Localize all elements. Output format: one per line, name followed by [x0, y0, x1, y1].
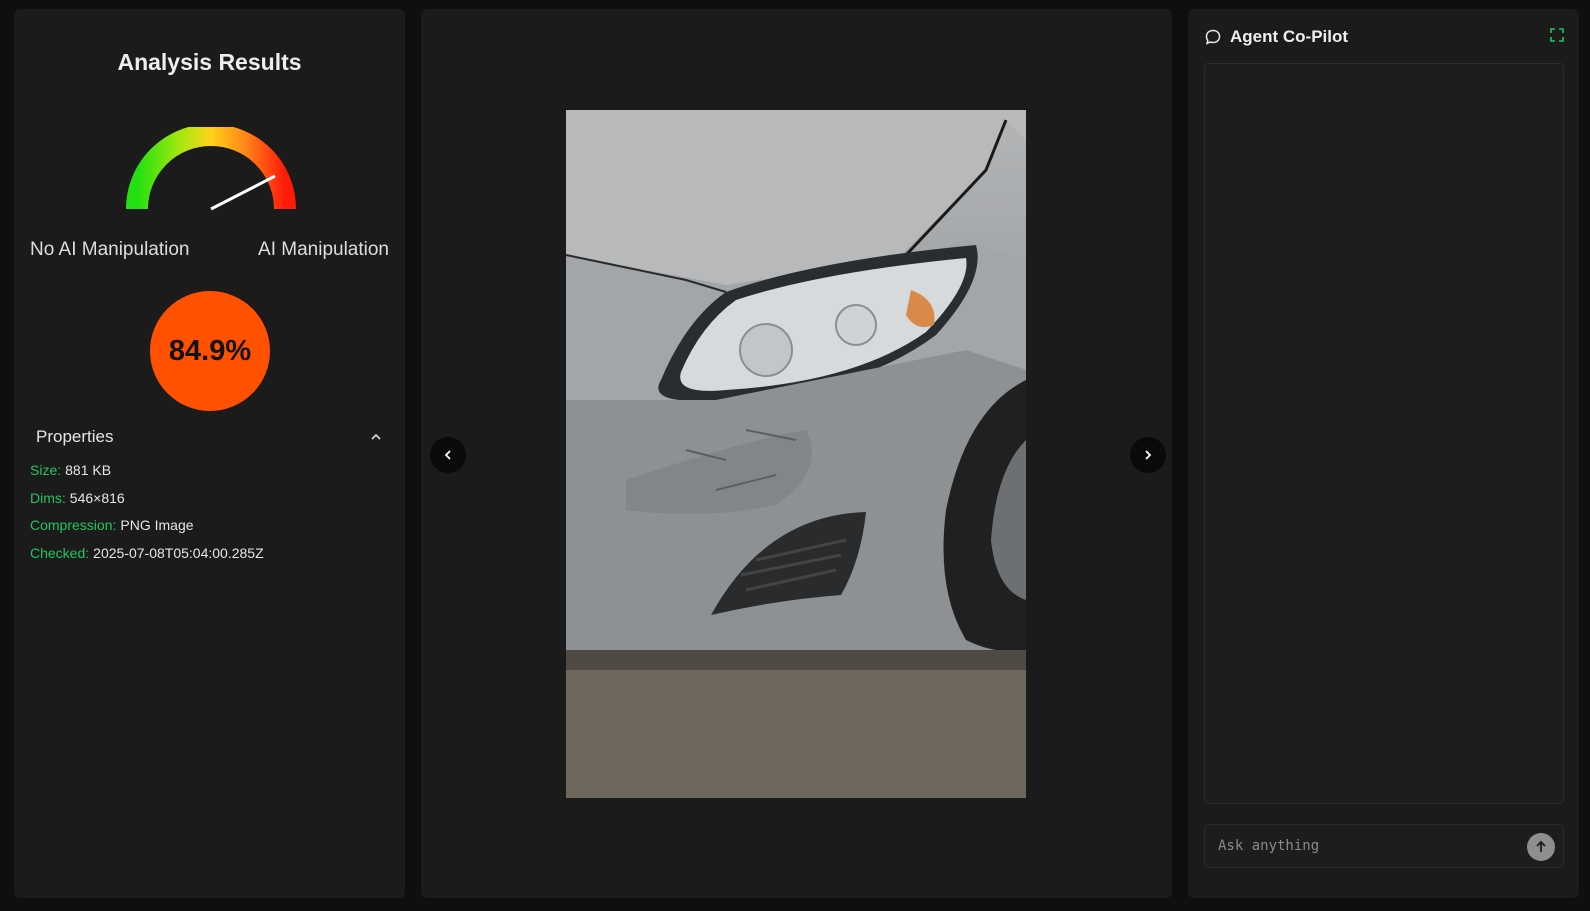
- next-image-button[interactable]: [1130, 437, 1166, 473]
- chevron-up-icon: [371, 433, 381, 440]
- properties-list: Size: 881 KB Dims: 546×816 Compression: PNG…: [30, 461, 264, 571]
- gauge-needle: [210, 174, 276, 211]
- property-key: Dims:: [30, 489, 66, 506]
- property-key: Checked:: [30, 544, 90, 561]
- property-value: 546×816: [69, 489, 125, 506]
- property-checked: Checked: 2025-07-08T05:04:00.285Z: [30, 544, 264, 572]
- copilot-title: Agent Co-Pilot: [1230, 27, 1349, 46]
- send-button[interactable]: [1527, 833, 1555, 861]
- arrow-up-icon: [1536, 840, 1546, 852]
- damaged-car-photo: [566, 110, 1026, 798]
- property-key: Compression:: [30, 517, 117, 533]
- chat-input-box: [1204, 824, 1564, 868]
- expand-button[interactable]: [1549, 27, 1565, 48]
- copilot-panel: Agent Co-Pilot: [1188, 9, 1579, 898]
- property-compression: Compression: PNG Image: [30, 516, 264, 544]
- expand-icon: [1550, 28, 1564, 42]
- chat-bubble-icon: [1205, 29, 1221, 45]
- property-value: 2025-07-08T05:04:00.285Z: [93, 544, 264, 561]
- manipulation-score: 84.9%: [150, 291, 270, 411]
- image-viewer-panel: [421, 9, 1172, 898]
- properties-title: Properties: [36, 427, 114, 446]
- gauge-label-no-ai: No AI Manipulation: [30, 239, 190, 260]
- car-illustration: [566, 110, 1026, 798]
- previous-image-button[interactable]: [430, 437, 466, 473]
- chevron-right-icon: [1145, 450, 1152, 460]
- chevron-left-icon: [444, 450, 451, 460]
- analysis-title: Analysis Results: [117, 49, 302, 75]
- property-size: Size: 881 KB: [30, 461, 264, 489]
- chat-input[interactable]: [1205, 825, 1515, 867]
- manipulation-gauge: [126, 127, 296, 211]
- chat-messages-area[interactable]: [1204, 63, 1564, 804]
- property-value: 881 KB: [65, 462, 112, 478]
- property-key: Size:: [30, 462, 62, 478]
- properties-toggle[interactable]: Properties: [36, 427, 383, 447]
- property-dims: Dims: 546×816: [30, 489, 264, 517]
- gauge-label-ai: AI Manipulation: [258, 239, 389, 260]
- analysis-panel: Analysis Results No AI Manipulation AI M…: [14, 9, 405, 898]
- property-value: PNG Image: [120, 517, 194, 533]
- copilot-header: Agent Co-Pilot: [1204, 27, 1348, 47]
